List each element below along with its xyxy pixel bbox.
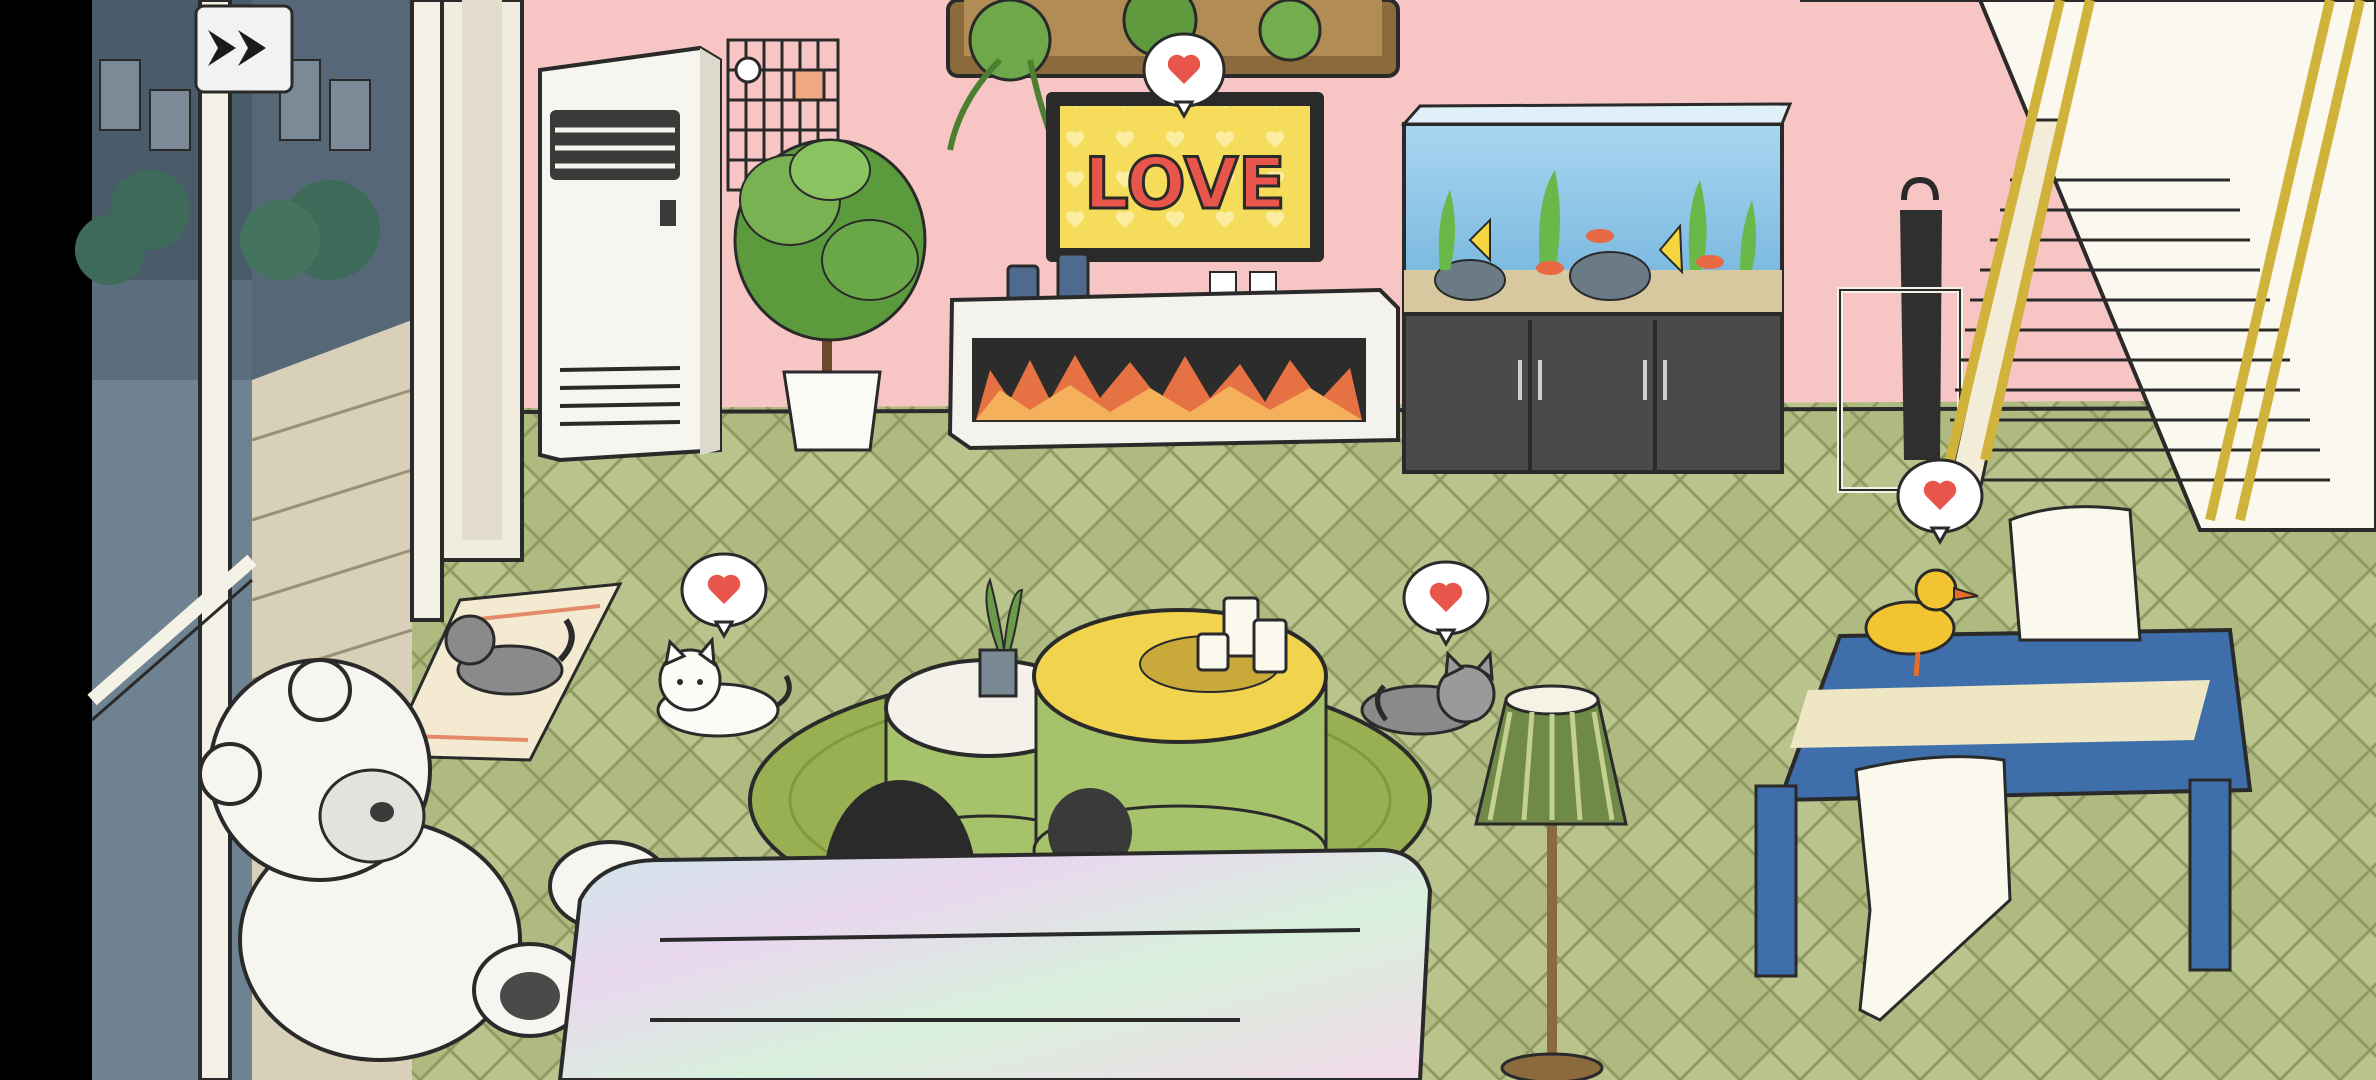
television: LOVE <box>1046 92 1324 262</box>
tv-screen-text: LOVE <box>1084 143 1286 225</box>
standing-air-conditioner <box>538 45 722 463</box>
fish-aquarium <box>1400 102 1793 474</box>
game-scene: LOVE <box>0 0 2376 1080</box>
skip-button[interactable] <box>194 4 294 94</box>
left-letterbox <box>0 0 92 1080</box>
pastel-sofa <box>557 847 1433 1080</box>
fireplace-tv-stand <box>947 287 1400 451</box>
